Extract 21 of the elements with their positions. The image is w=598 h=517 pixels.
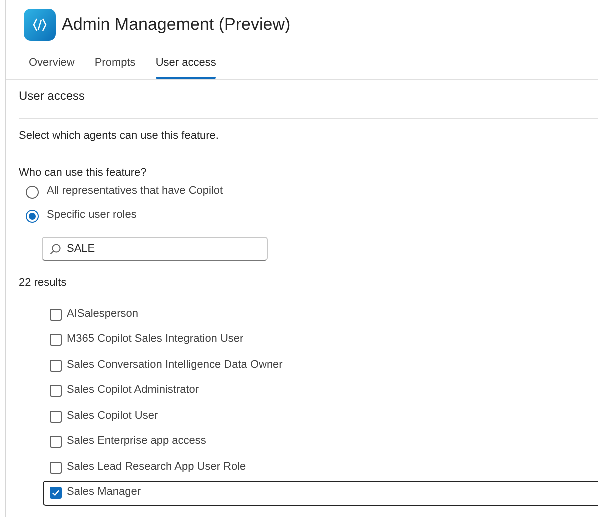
role-option[interactable]: Sales Copilot User (43, 404, 598, 430)
search-icon (50, 244, 61, 256)
page-title: Admin Management (Preview) (62, 14, 291, 36)
description-text: Select which agents can use this feature. (18, 128, 220, 144)
role-option[interactable]: Sales Copilot Administrator (43, 378, 598, 404)
tab[interactable]: Overview (19, 53, 85, 79)
role-option[interactable]: AISalesperson (43, 302, 598, 328)
results-count: 22 results (18, 276, 68, 291)
app-logo-icon (24, 9, 56, 41)
radio-option[interactable]: All representatives that have Copilot (6, 180, 224, 204)
role-option[interactable]: M365 Copilot Sales Integration User (43, 328, 598, 353)
role-option[interactable]: Sales Conversation Intelligence Data Owner (43, 353, 598, 378)
role-option[interactable]: Sales Lead Research App User Role (43, 455, 598, 480)
role-option[interactable]: Sales Manager (43, 480, 598, 506)
question-label: Who can use this feature? (18, 166, 148, 180)
role-option[interactable]: Sales Enterprise app access (43, 430, 598, 455)
tab[interactable]: User access (146, 53, 226, 79)
search-field[interactable]: SALE (42, 237, 268, 262)
section-title: User access (18, 88, 86, 104)
radio-option[interactable]: Specific user roles (6, 204, 137, 228)
tab[interactable]: Prompts (84, 53, 146, 79)
